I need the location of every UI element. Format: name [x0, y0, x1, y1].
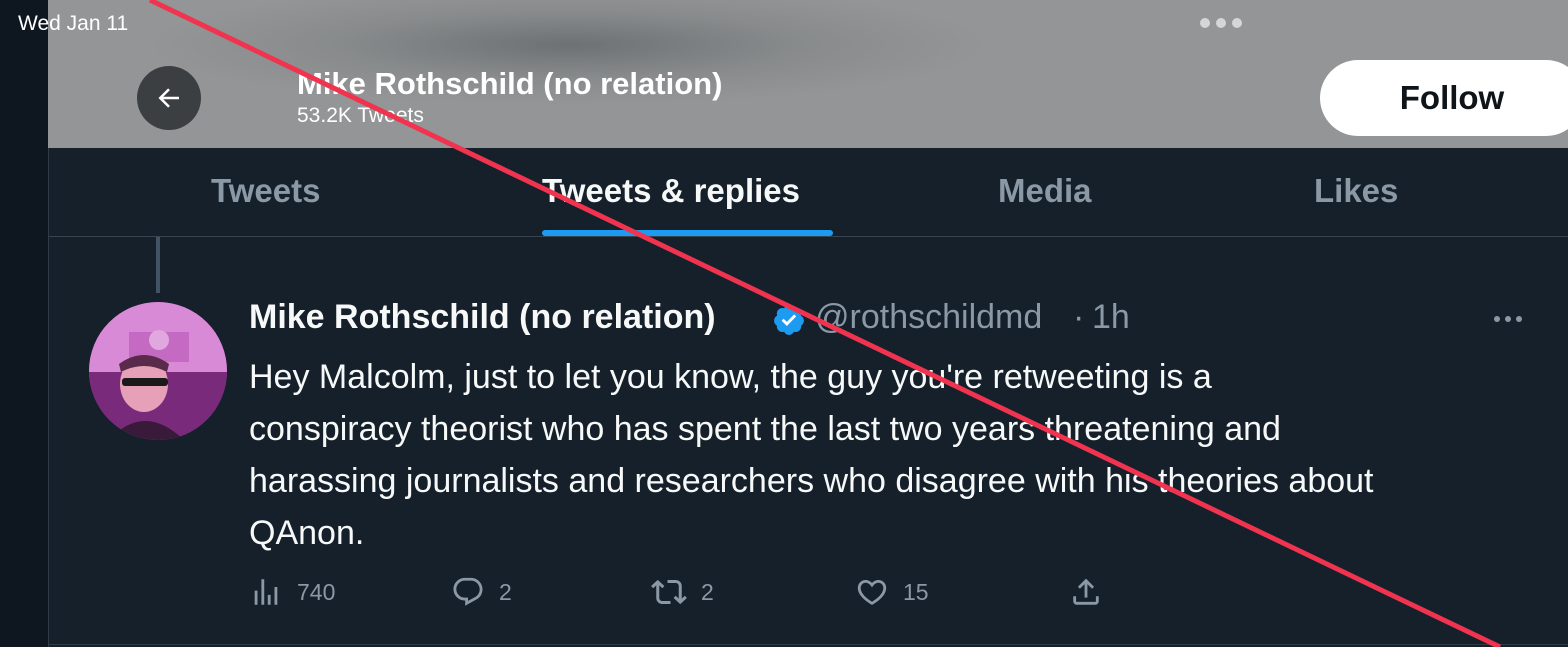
status-bar-date: Wed Jan 11 [18, 12, 129, 35]
tweet-text-line: conspiracy theorist who has spent the la… [249, 410, 1281, 448]
tweet-text: Hey Malcolm, just to let you know, the g… [249, 351, 1529, 559]
tweet-author-name[interactable]: Mike Rothschild (no relation) [249, 298, 716, 337]
tab-tweets-and-replies[interactable]: Tweets & replies [542, 172, 800, 210]
tweet-timestamp[interactable]: 1h [1092, 298, 1130, 337]
verified-badge-icon [774, 305, 804, 335]
follow-button[interactable]: Follow [1320, 60, 1568, 136]
tweet-text-line: QAnon. [249, 514, 365, 552]
thread-connector-line [156, 237, 160, 293]
multitasking-dots-icon[interactable] [1200, 18, 1242, 28]
views-icon [254, 579, 278, 605]
profile-tabs: Tweets Tweets & replies Media Likes [49, 148, 1568, 237]
tweet-divider [49, 644, 1568, 645]
active-tab-indicator [542, 230, 833, 236]
tweet-text-line: harassing journalists and researchers wh… [249, 462, 1374, 500]
tab-tweets[interactable]: Tweets [211, 172, 320, 210]
retweet-count: 2 [701, 578, 714, 605]
left-gutter [0, 0, 48, 647]
share-button[interactable] [1069, 570, 1103, 614]
reply-count: 2 [499, 578, 512, 605]
back-button[interactable] [137, 66, 201, 130]
avatar-image [89, 302, 227, 440]
tweet-text-line: Hey Malcolm, just to let you know, the g… [249, 358, 1212, 396]
retweet-icon [651, 579, 687, 605]
header-profile-name: Mike Rothschild (no relation) [297, 66, 723, 101]
share-icon [1073, 578, 1099, 605]
views-count: 740 [297, 578, 336, 605]
back-arrow-icon [158, 88, 179, 108]
header-tweet-count: 53.2K Tweets [297, 104, 424, 127]
profile-header-banner: Mike Rothschild (no relation) 53.2K Twee… [48, 0, 1568, 148]
more-icon[interactable] [1494, 316, 1522, 322]
tab-media[interactable]: Media [998, 172, 1092, 210]
tweet-actions: 740 2 2 15 [249, 570, 1149, 614]
retweet-button[interactable]: 2 [651, 570, 714, 614]
like-count: 15 [903, 578, 929, 605]
tweet-meta-separator: · [1073, 298, 1085, 336]
like-icon [857, 579, 887, 605]
views-button[interactable]: 740 [249, 570, 335, 614]
reply-button[interactable]: 2 [451, 570, 512, 614]
reply-icon [453, 577, 483, 606]
tab-likes[interactable]: Likes [1314, 172, 1398, 210]
tweet-author-handle[interactable]: @rothschildmd [815, 298, 1042, 337]
like-button[interactable]: 15 [855, 570, 929, 614]
avatar[interactable] [89, 302, 227, 440]
